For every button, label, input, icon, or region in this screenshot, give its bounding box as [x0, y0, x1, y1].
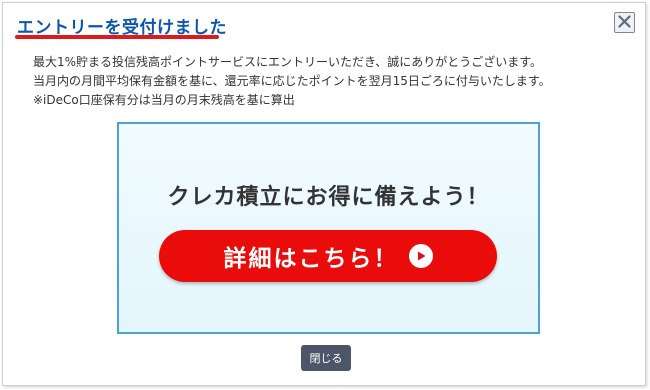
message-line-1: 最大1%貯まる投信残高ポイントサービスにエントリーいただき、誠にありがとうござい…	[33, 55, 543, 69]
close-x-icon	[618, 13, 631, 32]
promo-banner[interactable]: クレカ積立にお得に備えよう！ 詳細はこちら！	[117, 122, 540, 334]
entry-dialog: エントリーを受付けました 最大1%貯まる投信残高ポイントサービスにエントリーいた…	[2, 2, 646, 386]
play-circle-icon	[408, 244, 433, 268]
message-line-2: 当月内の月間平均保有金額を基に、還元率に応じたポイントを翌月15日ごろに付与いた…	[33, 74, 551, 88]
close-x-button[interactable]	[614, 12, 635, 33]
message-line-3: ※iDeCo口座保有分は当月の月末残高を基に算出	[33, 93, 295, 107]
dialog-message: 最大1%貯まる投信残高ポイントサービスにエントリーいただき、誠にありがとうござい…	[33, 53, 551, 110]
close-button[interactable]: 閉じる	[301, 345, 351, 371]
details-button-label: 詳細はこちら！	[223, 246, 399, 272]
details-button[interactable]: 詳細はこちら！	[159, 230, 497, 282]
title-underline	[15, 35, 219, 39]
banner-heading: クレカ積立にお得に備えよう！	[167, 185, 490, 210]
